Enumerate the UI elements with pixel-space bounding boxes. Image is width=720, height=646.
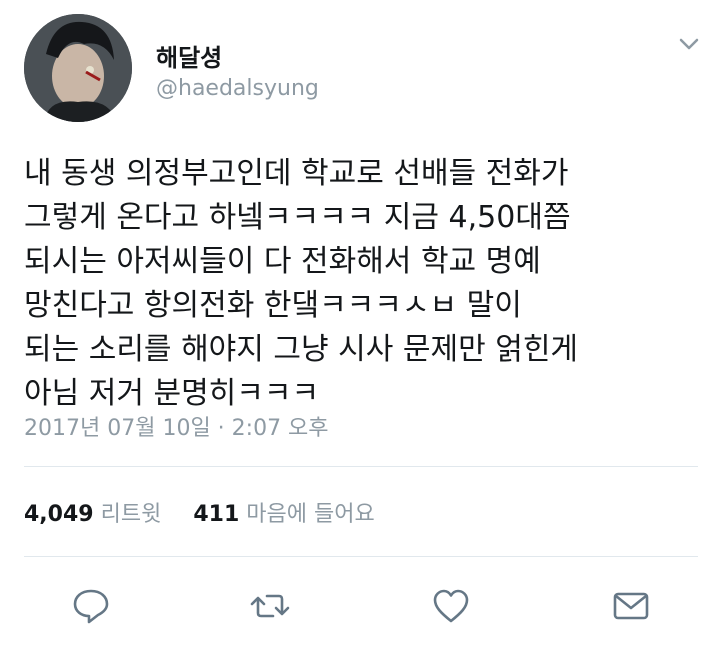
avatar-image xyxy=(24,14,132,122)
tweet-stats: 4,049 리트윗 411 마음에 들어요 xyxy=(24,496,375,528)
tweet-text: 내 동생 의정부고인데 학교로 선배들 전화가 그렇게 온다고 하넼ㅋㅋㅋㅋ 지… xyxy=(24,152,704,416)
share-icon[interactable] xyxy=(610,585,652,627)
tweet-line: 망친다고 항의전화 한댘ㅋㅋㅋㅅㅂ 말이 xyxy=(24,288,522,323)
reply-icon[interactable] xyxy=(70,585,112,627)
tweet-line: 그렇게 온다고 하넼ㅋㅋㅋㅋ 지금 4,50대쯤 xyxy=(24,200,571,235)
like-label[interactable]: 마음에 들어요 xyxy=(246,502,374,527)
like-icon[interactable] xyxy=(430,585,472,627)
divider xyxy=(24,556,698,557)
divider xyxy=(24,466,698,467)
tweet-line: 되는 소리를 해야지 그냥 시사 문제만 얽힌게 xyxy=(24,332,579,367)
retweet-count[interactable]: 4,049 xyxy=(24,502,94,527)
retweet-label[interactable]: 리트윗 xyxy=(101,502,162,527)
user-handle[interactable]: @haedalsyung xyxy=(156,76,319,101)
retweet-icon[interactable] xyxy=(249,585,291,627)
like-count[interactable]: 411 xyxy=(193,502,239,527)
tweet-line: 되시는 아저씨들이 다 전화해서 학교 명예 xyxy=(24,244,541,279)
tweet-line: 내 동생 의정부고인데 학교로 선배들 전화가 xyxy=(24,156,569,191)
chevron-down-icon[interactable] xyxy=(675,30,703,58)
tweet-timestamp[interactable]: 2017년 07월 10일 · 2:07 오후 xyxy=(24,410,329,442)
avatar[interactable] xyxy=(24,14,132,122)
display-name[interactable]: 해달셩 xyxy=(156,38,222,73)
